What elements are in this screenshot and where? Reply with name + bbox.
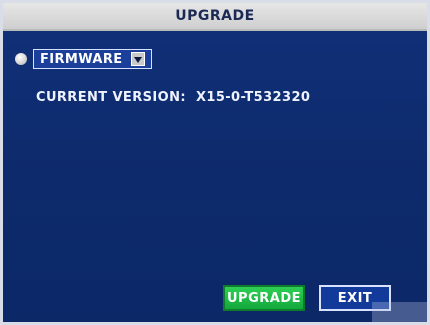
upgrade-source-row: FIRMWARE	[15, 49, 152, 69]
current-version-row: CURRENT VERSION: X15-0-T532320	[36, 90, 310, 105]
corner-highlight	[372, 302, 427, 322]
page-title: UPGRADE	[175, 8, 255, 24]
radio-button-icon[interactable]	[15, 53, 27, 65]
upgrade-screen: UPGRADE FIRMWARE CURRENT VERSION: X15-0-…	[0, 0, 430, 325]
chevron-down-icon[interactable]	[130, 52, 145, 66]
upgrade-button[interactable]: UPGRADE	[223, 285, 305, 311]
current-version-label: CURRENT VERSION:	[36, 90, 186, 105]
upgrade-source-select[interactable]: FIRMWARE	[33, 49, 152, 69]
current-version-value: X15-0-T532320	[195, 90, 311, 105]
title-bar: UPGRADE	[3, 3, 427, 31]
upgrade-source-value: FIRMWARE	[40, 51, 123, 67]
